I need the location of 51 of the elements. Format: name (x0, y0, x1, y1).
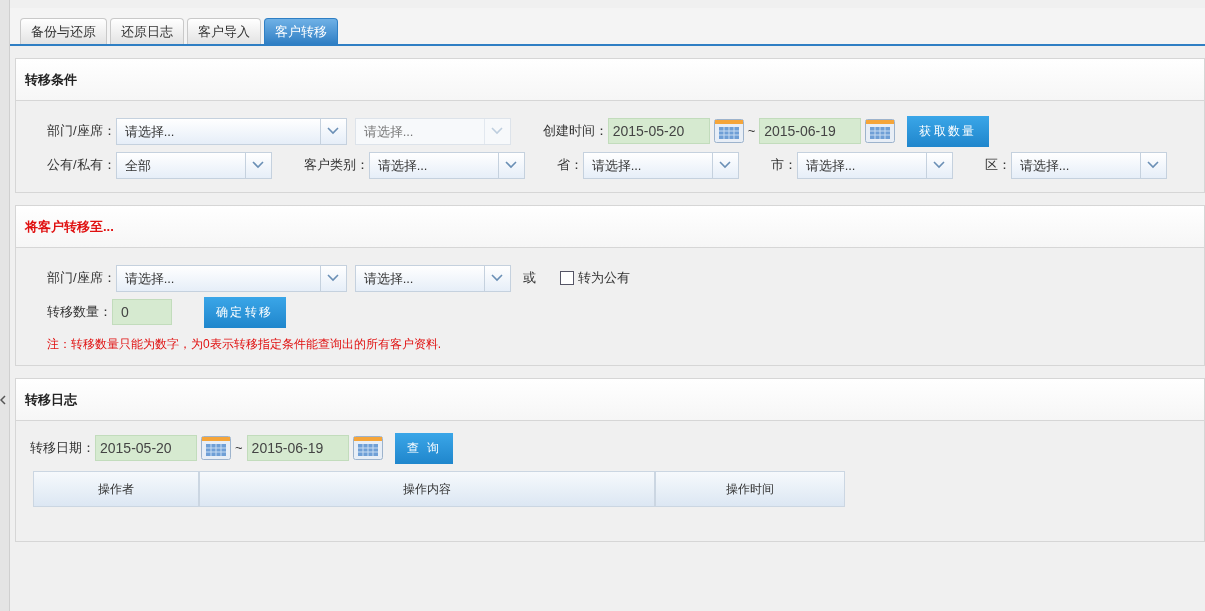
column-header: 操作者 (33, 471, 199, 507)
chevron-down-icon (327, 127, 340, 135)
tab[interactable]: 还原日志 (110, 18, 184, 44)
field-label: 转移数量： (47, 303, 112, 322)
chevron-down-icon (327, 274, 340, 282)
date-field[interactable]: 2015-06-19 (759, 118, 862, 144)
calendar-icon[interactable] (713, 119, 744, 143)
date-field[interactable]: 2015-06-19 (246, 435, 349, 461)
dropdown-field[interactable]: 请选择... (354, 264, 511, 292)
checkbox[interactable] (559, 271, 574, 285)
note-text: 注：转移数量只能为数字，为0表示转移指定条件能查询出的所有客户资料. (47, 336, 442, 353)
section-title: 转移日志 (25, 390, 77, 409)
calendar-icon[interactable] (201, 436, 231, 460)
dropdown-field[interactable]: 请选择... (1010, 151, 1167, 179)
chevron-down-icon (719, 161, 732, 169)
date-field[interactable]: 2015-05-20 (95, 435, 197, 461)
field-label: 公有/私有： (47, 156, 116, 175)
calendar-icon[interactable] (865, 119, 896, 143)
dropdown-field[interactable]: 全部 (115, 151, 272, 179)
column-header: 操作内容 (199, 471, 655, 507)
field-label: 客户类别： (303, 156, 369, 175)
field-label: 市： (770, 156, 797, 175)
field-label: 部门/座席： (47, 122, 116, 141)
chevron-down-icon (491, 127, 504, 135)
dropdown-field[interactable]: 请选择... (582, 151, 739, 179)
dropdown-field[interactable]: 请选择... (115, 264, 347, 292)
field-label: 区： (984, 156, 1011, 175)
separator-text: ~ (235, 439, 243, 458)
quantity-input[interactable]: 0 (112, 299, 172, 325)
dropdown-field[interactable]: 请选择... (115, 117, 347, 145)
field-label: 部门/座席： (47, 269, 116, 288)
chevron-down-icon (933, 161, 946, 169)
chevron-down-icon (252, 161, 265, 169)
dropdown-field[interactable]: 请选择... (368, 151, 525, 179)
field-label: 创建时间： (542, 122, 608, 141)
date-field[interactable]: 2015-05-20 (607, 118, 710, 144)
field-label: 转移日期： (30, 439, 95, 458)
section-title: 转移条件 (25, 70, 77, 89)
column-header: 操作时间 (655, 471, 845, 507)
chevron-down-icon (491, 274, 504, 282)
field-label: 省： (556, 156, 583, 175)
chevron-down-icon (1147, 161, 1160, 169)
dropdown-field[interactable]: 请选择... (796, 151, 953, 179)
section-title: 将客户转移至... (25, 217, 114, 236)
tab[interactable]: 备份与还原 (20, 18, 107, 44)
tab[interactable]: 客户导入 (187, 18, 261, 44)
calendar-icon[interactable] (352, 436, 383, 460)
separator-text: ~ (747, 122, 756, 141)
checkbox-label: 转为公有 (577, 269, 630, 288)
separator-text: 或 (522, 269, 536, 288)
chevron-down-icon (505, 161, 518, 169)
